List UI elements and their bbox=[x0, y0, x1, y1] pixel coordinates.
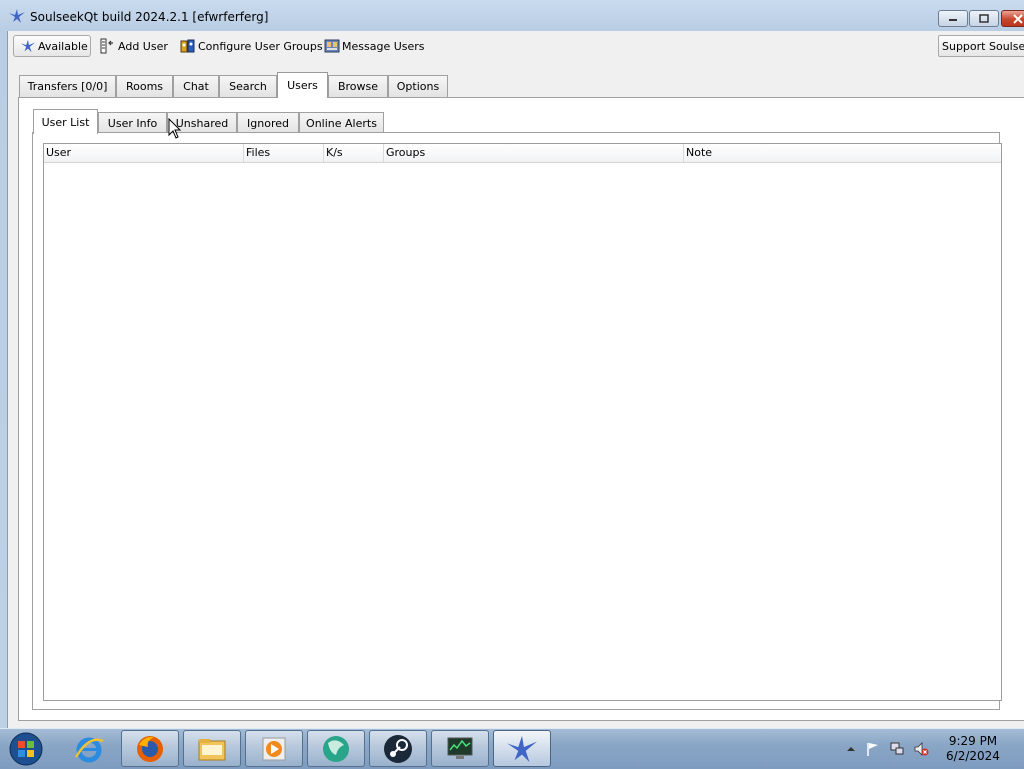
support-label: Support Soulseek bbox=[942, 39, 1024, 53]
soulseek-bird-icon bbox=[9, 9, 25, 23]
status-button[interactable]: Available bbox=[13, 35, 91, 57]
internet-explorer-icon bbox=[74, 737, 104, 762]
clock-date: 6/2/2024 bbox=[946, 749, 1000, 763]
tab-transfers[interactable]: Transfers [0/0] bbox=[19, 75, 116, 97]
show-hidden-icons-button[interactable] bbox=[843, 741, 859, 757]
globe-app-icon bbox=[323, 735, 349, 762]
tab-label: Ignored bbox=[247, 116, 289, 130]
taskbar-internet-explorer[interactable] bbox=[60, 730, 118, 767]
tab-user-info[interactable]: User Info bbox=[98, 112, 167, 133]
tab-label: Users bbox=[287, 79, 318, 92]
soulseek-bird-icon bbox=[507, 735, 537, 762]
column-label: Files bbox=[246, 146, 271, 159]
restore-icon bbox=[979, 13, 989, 23]
toolbar: Available Add User Configure User Groups bbox=[8, 31, 1024, 61]
start-button[interactable] bbox=[6, 730, 46, 768]
close-icon bbox=[1013, 13, 1023, 24]
action-center-flag[interactable] bbox=[865, 741, 881, 757]
network-tray-button[interactable] bbox=[889, 741, 905, 757]
configure-groups-label: Configure User Groups bbox=[198, 39, 323, 53]
tab-label: Transfers [0/0] bbox=[27, 80, 108, 93]
network-icon bbox=[890, 742, 904, 755]
title-bar[interactable]: SoulseekQt build 2024.2.1 [efwrferferg] bbox=[0, 0, 1024, 32]
chevron-up-icon bbox=[847, 747, 855, 751]
column-header-note[interactable]: Note bbox=[684, 144, 1001, 162]
tab-ignored[interactable]: Ignored bbox=[237, 112, 299, 133]
tab-label: User List bbox=[41, 115, 90, 129]
tab-label: Search bbox=[229, 80, 267, 93]
taskbar-soulseek[interactable] bbox=[493, 730, 551, 767]
table-header: User Files K/s Groups Note bbox=[44, 144, 1001, 163]
tab-label: User Info bbox=[107, 116, 158, 130]
tab-chat[interactable]: Chat bbox=[173, 75, 219, 97]
tab-online-alerts[interactable]: Online Alerts bbox=[299, 112, 384, 133]
taskbar-app-globe[interactable] bbox=[307, 730, 365, 767]
tab-label: Unshared bbox=[175, 116, 229, 130]
message-users-button[interactable]: Message Users bbox=[324, 35, 425, 57]
restore-button[interactable] bbox=[969, 10, 999, 27]
monitor-icon bbox=[447, 737, 473, 759]
soulseek-bird-icon bbox=[20, 39, 36, 53]
taskbar-task-manager[interactable] bbox=[431, 730, 489, 767]
minimize-button[interactable] bbox=[938, 10, 968, 27]
clock-time: 9:29 PM bbox=[948, 734, 998, 748]
column-label: Groups bbox=[386, 146, 426, 159]
tab-label: Chat bbox=[183, 80, 209, 93]
volume-tray-button[interactable] bbox=[913, 741, 929, 757]
add-user-icon bbox=[100, 38, 113, 54]
add-user-label: Add User bbox=[118, 39, 168, 53]
folder-icon bbox=[198, 738, 226, 760]
tab-user-list[interactable]: User List bbox=[33, 109, 98, 134]
taskbar-clock[interactable]: 9:29 PM 6/2/2024 bbox=[938, 734, 1008, 764]
tab-users[interactable]: Users bbox=[277, 72, 328, 98]
column-header-files[interactable]: Files bbox=[244, 144, 324, 162]
tab-label: Browse bbox=[337, 80, 379, 93]
app-window: SoulseekQt build 2024.2.1 [efwrferferg] … bbox=[0, 0, 1024, 728]
minimize-icon bbox=[949, 18, 957, 21]
tab-search[interactable]: Search bbox=[219, 75, 277, 97]
column-label: Note bbox=[686, 146, 713, 159]
media-player-icon bbox=[262, 737, 286, 760]
window-title: SoulseekQt build 2024.2.1 [efwrferferg] bbox=[30, 10, 269, 24]
column-header-speed[interactable]: K/s bbox=[324, 144, 384, 162]
taskbar: 9:29 PM 6/2/2024 bbox=[0, 728, 1024, 769]
flag-icon bbox=[867, 743, 878, 756]
column-label: K/s bbox=[326, 146, 343, 159]
tab-label: Online Alerts bbox=[306, 116, 377, 130]
steam-icon bbox=[384, 734, 412, 763]
client-area: Available Add User Configure User Groups bbox=[7, 31, 1024, 728]
tab-browse[interactable]: Browse bbox=[328, 75, 388, 97]
message-users-label: Message Users bbox=[342, 39, 425, 53]
tab-options[interactable]: Options bbox=[388, 75, 448, 97]
support-soulseek-button[interactable]: Support Soulseek bbox=[938, 35, 1024, 57]
column-label: User bbox=[46, 146, 72, 159]
firefox-icon bbox=[137, 735, 163, 762]
user-list-table[interactable]: User Files K/s Groups Note bbox=[43, 143, 1002, 701]
taskbar-firefox[interactable] bbox=[121, 730, 179, 767]
volume-muted-icon bbox=[914, 742, 929, 756]
taskbar-media-player[interactable] bbox=[245, 730, 303, 767]
status-label: Available bbox=[38, 39, 88, 53]
windows-logo-icon bbox=[9, 732, 43, 766]
tab-label: Rooms bbox=[125, 80, 164, 93]
tab-rooms[interactable]: Rooms bbox=[116, 75, 173, 97]
add-user-button[interactable]: Add User bbox=[100, 35, 168, 57]
configure-user-groups-button[interactable]: Configure User Groups bbox=[180, 35, 323, 57]
tab-label: Options bbox=[396, 80, 440, 93]
close-button[interactable] bbox=[1001, 10, 1024, 27]
column-header-user[interactable]: User bbox=[44, 144, 244, 162]
taskbar-steam[interactable] bbox=[369, 730, 427, 767]
mouse-cursor-icon bbox=[168, 118, 182, 139]
user-groups-icon bbox=[180, 39, 195, 53]
column-header-groups[interactable]: Groups bbox=[384, 144, 684, 162]
taskbar-file-explorer[interactable] bbox=[183, 730, 241, 767]
message-users-icon bbox=[324, 39, 340, 53]
